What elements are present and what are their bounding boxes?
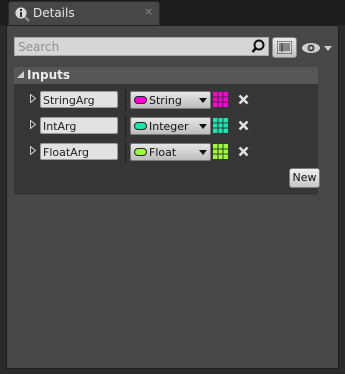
remove-icon[interactable]	[238, 146, 249, 157]
chevron-down-icon	[199, 150, 207, 155]
search-input[interactable]	[18, 38, 248, 55]
type-pin-icon	[134, 122, 147, 130]
container-type-icon[interactable]	[213, 92, 228, 107]
remove-icon[interactable]	[238, 94, 249, 105]
argument-name-field[interactable]: FloatArg	[40, 143, 118, 160]
info-icon	[14, 6, 30, 22]
eye-icon	[302, 43, 332, 53]
close-icon[interactable]: ×	[144, 5, 153, 18]
type-label: Integer	[149, 120, 189, 133]
view-options-button[interactable]	[301, 40, 335, 56]
container-type-icon[interactable]	[213, 118, 228, 133]
list-view-icon	[277, 41, 292, 54]
expand-arrow-icon[interactable]	[30, 146, 36, 155]
container-type-icon[interactable]	[213, 144, 228, 159]
type-dropdown[interactable]: Integer	[130, 117, 211, 135]
input-row: IntArg Integer	[14, 115, 318, 137]
column-divider	[125, 89, 126, 111]
search-icon[interactable]	[251, 39, 266, 54]
list-view-button[interactable]	[272, 37, 297, 58]
tab-bar: Details ×	[0, 0, 345, 25]
type-pin-icon	[134, 148, 147, 156]
inputs-label: Inputs	[27, 68, 71, 82]
type-pin-icon	[134, 96, 147, 104]
expand-arrow-icon[interactable]	[30, 120, 36, 129]
input-row: StringArg String	[14, 89, 318, 111]
column-divider	[125, 141, 126, 163]
inputs-header[interactable]: Inputs	[14, 67, 318, 84]
new-input-button[interactable]: New	[289, 168, 320, 188]
type-label: Float	[149, 146, 177, 159]
chevron-down-icon	[199, 124, 207, 129]
inputs-category: Inputs StringArg String IntArg Integer F…	[14, 67, 320, 195]
chevron-down-icon	[199, 98, 207, 103]
type-dropdown[interactable]: Float	[130, 143, 211, 161]
remove-icon[interactable]	[238, 120, 249, 131]
search-box[interactable]	[14, 37, 269, 56]
collapse-arrow-icon[interactable]	[17, 71, 25, 79]
expand-arrow-icon[interactable]	[30, 94, 36, 103]
input-row: FloatArg Float	[14, 141, 318, 163]
argument-name-field[interactable]: IntArg	[40, 117, 118, 134]
tab-title: Details	[33, 6, 75, 20]
type-label: String	[149, 94, 182, 107]
tab-details[interactable]: Details ×	[8, 1, 160, 25]
type-dropdown[interactable]: String	[130, 91, 211, 109]
argument-name-field[interactable]: StringArg	[40, 91, 118, 108]
column-divider	[125, 115, 126, 137]
details-panel: Inputs StringArg String	[6, 25, 339, 369]
